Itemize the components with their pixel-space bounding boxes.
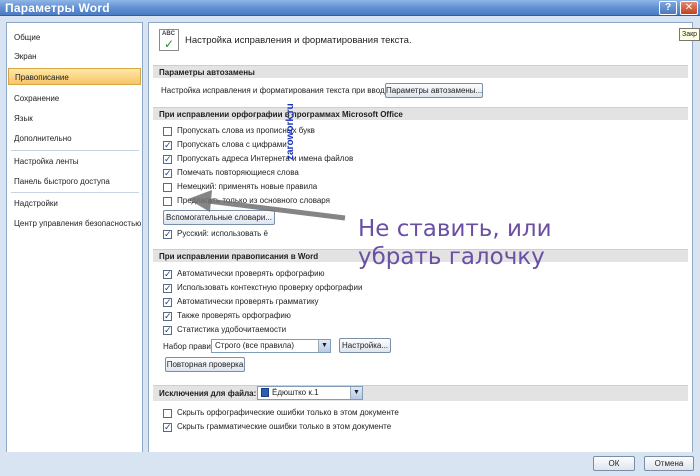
sidebar-divider (11, 150, 139, 151)
sidebar: Общие Экран Правописание Сохранение Язык… (6, 22, 143, 464)
checkbox-german-rules[interactable] (163, 183, 172, 192)
checkbox-ignore-uppercase[interactable] (163, 127, 172, 136)
sidebar-item-trust-center[interactable]: Центр управления безопасностью (8, 215, 141, 232)
watermark: zarowork.ru (285, 103, 296, 160)
annotation-text: Не ставить, или убрать галочку (358, 216, 552, 270)
checkbox-hide-spelling-errors[interactable] (163, 409, 172, 418)
checkbox-hide-grammar-errors[interactable]: ✓ (163, 423, 172, 432)
sidebar-item-display[interactable]: Экран (8, 48, 141, 65)
help-button[interactable]: ? (659, 1, 677, 15)
sidebar-item-save[interactable]: Сохранение (8, 90, 141, 107)
grammar-settings-button[interactable]: Настройка... (339, 338, 391, 353)
sidebar-item-customize-ribbon[interactable]: Настройка ленты (8, 153, 141, 170)
option-label: Помечать повторяющиеся слова (177, 168, 299, 177)
checkbox-flag-repeated[interactable]: ✓ (163, 169, 172, 178)
option-label: Скрыть грамматические ошибки только в эт… (177, 422, 392, 431)
option-label: Автоматически проверять грамматику (177, 297, 319, 306)
autocorrect-options-button[interactable]: Параметры автозамены... (385, 83, 483, 98)
option-label: Пропускать адреса Интернета и имена файл… (177, 154, 354, 163)
checkbox-ignore-numbers[interactable]: ✓ (163, 141, 172, 150)
checkbox-russian-yo[interactable]: ✓ (163, 230, 172, 239)
checkbox-main-dictionary-only[interactable] (163, 197, 172, 206)
section-office-spelling: При исправлении орфографии в программах … (153, 107, 688, 120)
close-button[interactable]: ✕ (680, 1, 698, 15)
window-title: Параметры Word (5, 1, 110, 15)
sidebar-item-general[interactable]: Общие (8, 29, 141, 46)
option-label: Автоматически проверять орфографию (177, 269, 325, 278)
sidebar-item-addins[interactable]: Надстройки (8, 195, 141, 212)
autocorrect-description: Настройка исправления и форматирования т… (161, 86, 392, 95)
sidebar-item-quick-access[interactable]: Панель быстрого доступа (8, 173, 141, 190)
ruleset-label: Набор правил: (163, 342, 218, 351)
close-tooltip: Закр (679, 28, 700, 41)
option-label: Статистика удобочитаемости (177, 325, 287, 334)
cancel-button[interactable]: Отмена (644, 456, 694, 471)
sidebar-item-proofing[interactable]: Правописание (8, 68, 141, 85)
section-autocorrect: Параметры автозамены (153, 65, 688, 78)
checkbox-readability-stats[interactable]: ✓ (163, 326, 172, 335)
option-label: Также проверять орфографию (177, 311, 291, 320)
title-bar: Параметры Word ? ✕ (0, 0, 700, 16)
spelling-abc-icon: ABC ✓ (159, 29, 179, 51)
checkbox-contextual-spelling[interactable]: ✓ (163, 284, 172, 293)
recheck-document-button[interactable]: Повторная проверка (165, 357, 245, 372)
option-label: Скрыть орфографические ошибки только в э… (177, 408, 399, 417)
dialog-body: Общие Экран Правописание Сохранение Язык… (0, 16, 700, 476)
exceptions-file-select[interactable]: Ёдюштко к.1 ▼ (257, 386, 363, 400)
option-label: Немецкий: применять новые правила (177, 182, 318, 191)
page-title: Настройка исправления и форматирования т… (185, 35, 412, 46)
section-exceptions: Исключения для файла: (153, 385, 688, 401)
checkbox-also-spelling[interactable]: ✓ (163, 312, 172, 321)
ok-button[interactable]: ОК (593, 456, 635, 471)
option-label: Пропускать слова с цифрами (177, 140, 287, 149)
option-label: Использовать контекстную проверку орфогр… (177, 283, 363, 292)
checkbox-ignore-internet[interactable]: ✓ (163, 155, 172, 164)
sidebar-divider (11, 192, 139, 193)
sidebar-item-language[interactable]: Язык (8, 110, 141, 127)
chevron-down-icon: ▼ (350, 387, 362, 399)
custom-dictionaries-button[interactable]: Вспомогательные словари... (163, 210, 275, 225)
option-label: Русский: использовать ё (177, 229, 269, 238)
checkbox-check-spelling[interactable]: ✓ (163, 270, 172, 279)
option-label: Предлагать только из основного словаря (177, 196, 330, 205)
ruleset-select[interactable]: Строго (все правила) ▼ (211, 339, 331, 353)
sidebar-item-advanced[interactable]: Дополнительно (8, 130, 141, 147)
word-document-icon (261, 388, 269, 398)
chevron-down-icon: ▼ (318, 340, 330, 352)
dialog-footer: ОК Отмена (0, 452, 700, 476)
checkbox-check-grammar[interactable]: ✓ (163, 298, 172, 307)
